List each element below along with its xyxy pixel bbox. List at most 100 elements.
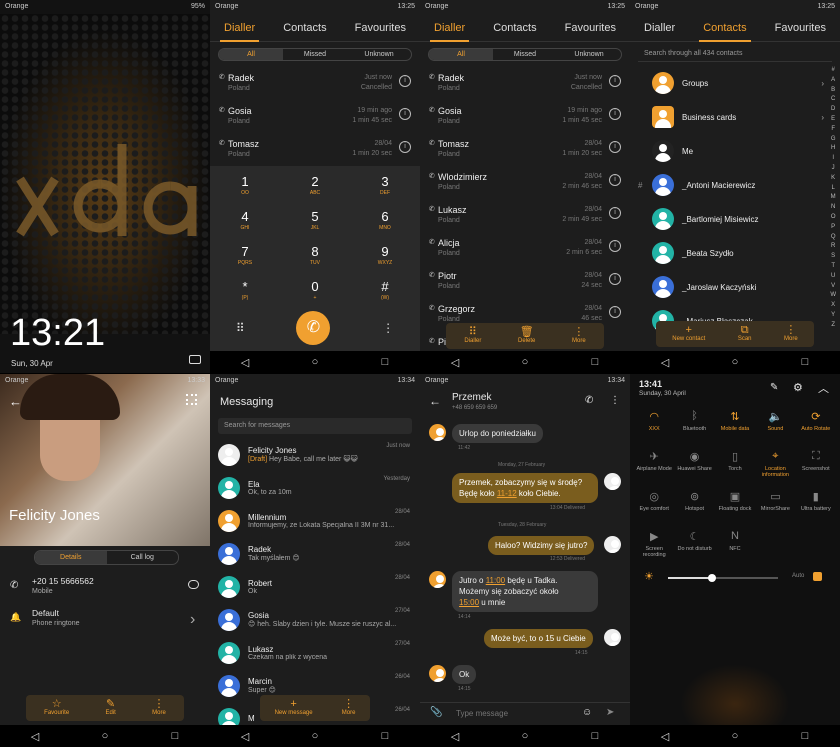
contact-row[interactable]: _Bartlomiej Misiewicz [630, 202, 840, 236]
qs-tile-nfc[interactable]: N NFC [715, 530, 755, 564]
tab-favourites[interactable]: Favourites [771, 14, 830, 42]
call-row[interactable]: ✆ Gosia Poland 19 min ago 1 min 45 sec i [210, 100, 420, 133]
home-icon[interactable]: ○ [505, 730, 545, 742]
more-button[interactable]: ⋮ More [152, 698, 166, 721]
info-icon[interactable]: i [609, 75, 621, 87]
dialler-button[interactable]: ⠿ Dialler [464, 326, 481, 349]
filter-unknown[interactable]: Unknown [347, 49, 411, 60]
more-button[interactable]: ⋮ More [342, 698, 356, 721]
thread-row[interactable]: Radek Tak myślałem 😊 28/04 [210, 537, 420, 570]
message-icon[interactable] [188, 580, 199, 589]
tab-call-log[interactable]: Call log [107, 551, 179, 564]
call-row[interactable]: ✆ Alicja Poland 28/04 2 min 6 sec i [420, 232, 630, 265]
recents-icon[interactable]: □ [365, 730, 405, 742]
me-row[interactable]: Me [630, 134, 840, 168]
qs-tile-airplane[interactable]: ✈ Airplane Mode [634, 450, 674, 484]
back-icon[interactable]: ◁ [645, 356, 685, 369]
home-icon[interactable]: ○ [715, 730, 755, 742]
home-icon[interactable]: ○ [295, 356, 335, 368]
qs-tile-mobile-data[interactable]: ⇅ Mobile data [715, 410, 755, 444]
phone-number-row[interactable]: ✆ +20 15 5666562 Mobile [0, 574, 210, 604]
message-input[interactable] [456, 706, 574, 721]
tab-favourites[interactable]: Favourites [351, 14, 410, 42]
alphabet-index[interactable]: # A B C D E F G H I J K L M N O P Q R S T U V W X Y Z [830, 66, 836, 331]
filter-all[interactable]: All [429, 49, 493, 60]
info-icon[interactable]: i [609, 174, 621, 186]
qs-tile-sound[interactable]: 🔈 Sound [755, 410, 795, 444]
filter-unknown[interactable]: Unknown [557, 49, 621, 60]
more-button[interactable]: ⋮ More [572, 326, 586, 349]
back-arrow-icon[interactable]: ← [9, 394, 22, 409]
tab-dialler[interactable]: Dialler [640, 14, 679, 42]
qs-tile-battery[interactable]: ▮ Ultra battery [796, 490, 836, 524]
filter-all[interactable]: All [219, 49, 283, 60]
call-row[interactable]: ✆ Lukasz Poland 28/04 2 min 49 sec i [420, 199, 630, 232]
contacts-search-input[interactable]: Search through all 434 contacts [638, 46, 832, 62]
qs-tile-eye[interactable]: ◎ Eye comfort [634, 490, 674, 524]
message-search-input[interactable]: Search for messages [218, 418, 412, 434]
dial-key[interactable]: 2 ABC [280, 174, 350, 200]
dial-key[interactable]: 0 + [280, 279, 350, 305]
thread-row[interactable]: Lukasz Czekam na plik z wycena 27/04 [210, 636, 420, 669]
qs-tile-wifi[interactable]: ◠ XXX [634, 410, 674, 444]
back-icon[interactable]: ◁ [435, 356, 475, 369]
call-row[interactable]: ✆ Tomasz Poland 28/04 1 min 20 sec i [420, 133, 630, 166]
dial-key[interactable]: 1 OO [210, 174, 280, 200]
call-button[interactable]: ✆ [296, 311, 331, 345]
info-icon[interactable]: i [609, 207, 621, 219]
tab-details[interactable]: Details [35, 551, 107, 564]
thread-row[interactable]: Gosia 😊 heh. Slaby dzien i tyle. Musze si… [210, 603, 420, 636]
contact-row[interactable]: _Jaroslaw Kaczyński [630, 270, 840, 304]
back-icon[interactable]: ◁ [645, 730, 685, 743]
call-row[interactable]: ✆ Radek Poland Just now Cancelled i [420, 67, 630, 100]
qs-tile-share[interactable]: ◉ Huawei Share [674, 450, 714, 484]
qs-tile-location[interactable]: ⌖ Location information [755, 450, 795, 484]
scan-button[interactable]: ⧉ Scan [738, 324, 752, 347]
brightness-slider[interactable] [668, 574, 778, 582]
qs-tile-rotate[interactable]: ⟳ Auto Rotate [796, 410, 836, 444]
recents-icon[interactable]: □ [365, 356, 405, 368]
call-row[interactable]: ✆ Piotr Poland 28/04 24 sec i [420, 265, 630, 298]
back-arrow-icon[interactable]: ← [429, 394, 441, 408]
thread-row[interactable]: Robert Ok 28/04 [210, 570, 420, 603]
qs-tile-dock[interactable]: ▣ Floating dock [715, 490, 755, 524]
home-icon[interactable]: ○ [85, 730, 125, 742]
back-icon[interactable]: ◁ [435, 730, 475, 743]
info-icon[interactable]: i [399, 75, 411, 87]
dial-key[interactable]: 9 WXYZ [350, 244, 420, 270]
delete-button[interactable]: 🗑 Delete [518, 326, 535, 349]
info-icon[interactable]: i [609, 240, 621, 252]
tab-contacts[interactable]: Contacts [699, 14, 751, 42]
edit-button[interactable]: ✎ Edit [105, 698, 115, 721]
tab-favourites[interactable]: Favourites [561, 14, 620, 42]
chevron-up-icon[interactable]: ︿ [818, 380, 829, 396]
back-icon[interactable]: ◁ [225, 730, 265, 743]
contact-row[interactable]: # _Antoni Macierewicz [630, 168, 840, 202]
tab-contacts[interactable]: Contacts [279, 14, 330, 42]
qs-tile-mirror[interactable]: ▭ MirrorShare [755, 490, 795, 524]
dialpad-toggle-icon[interactable]: ⠿ [236, 321, 245, 335]
dial-key[interactable]: 3 DEF [350, 174, 420, 200]
dial-key[interactable]: 8 TUV [280, 244, 350, 270]
dial-key[interactable]: * (P) [210, 279, 280, 305]
thread-row[interactable]: Millennium Informujemy, ze Lokata Specjal… [210, 504, 420, 537]
call-row[interactable]: ✆ Radek Poland Just now Cancelled i [210, 67, 420, 100]
info-icon[interactable]: i [399, 141, 411, 153]
more-icon[interactable]: ⋮ [610, 395, 620, 406]
groups-row[interactable]: Groups › [630, 66, 840, 100]
dial-key[interactable]: # (W) [350, 279, 420, 305]
edit-icon[interactable]: ✎ [770, 382, 778, 393]
recents-icon[interactable]: □ [575, 356, 615, 368]
emoji-icon[interactable]: ☺ [582, 707, 592, 718]
call-row[interactable]: ✆ Gosia Poland 19 min ago 1 min 45 sec i [420, 100, 630, 133]
qs-tile-hotspot[interactable]: ⊚ Hotspot [674, 490, 714, 524]
thread-row[interactable]: Ela Ok, to za 10m Yesterday [210, 471, 420, 504]
recents-icon[interactable]: □ [785, 730, 825, 742]
tab-dialler[interactable]: Dialler [220, 14, 260, 42]
contact-row[interactable]: _Beata Szydło [630, 236, 840, 270]
tab-dialler[interactable]: Dialler [430, 14, 470, 42]
dial-key[interactable]: 4 GHI [210, 209, 280, 235]
more-icon[interactable]: ⋮ [382, 321, 394, 335]
dial-key[interactable]: 7 PQRS [210, 244, 280, 270]
attach-icon[interactable]: 📎 [430, 707, 442, 718]
